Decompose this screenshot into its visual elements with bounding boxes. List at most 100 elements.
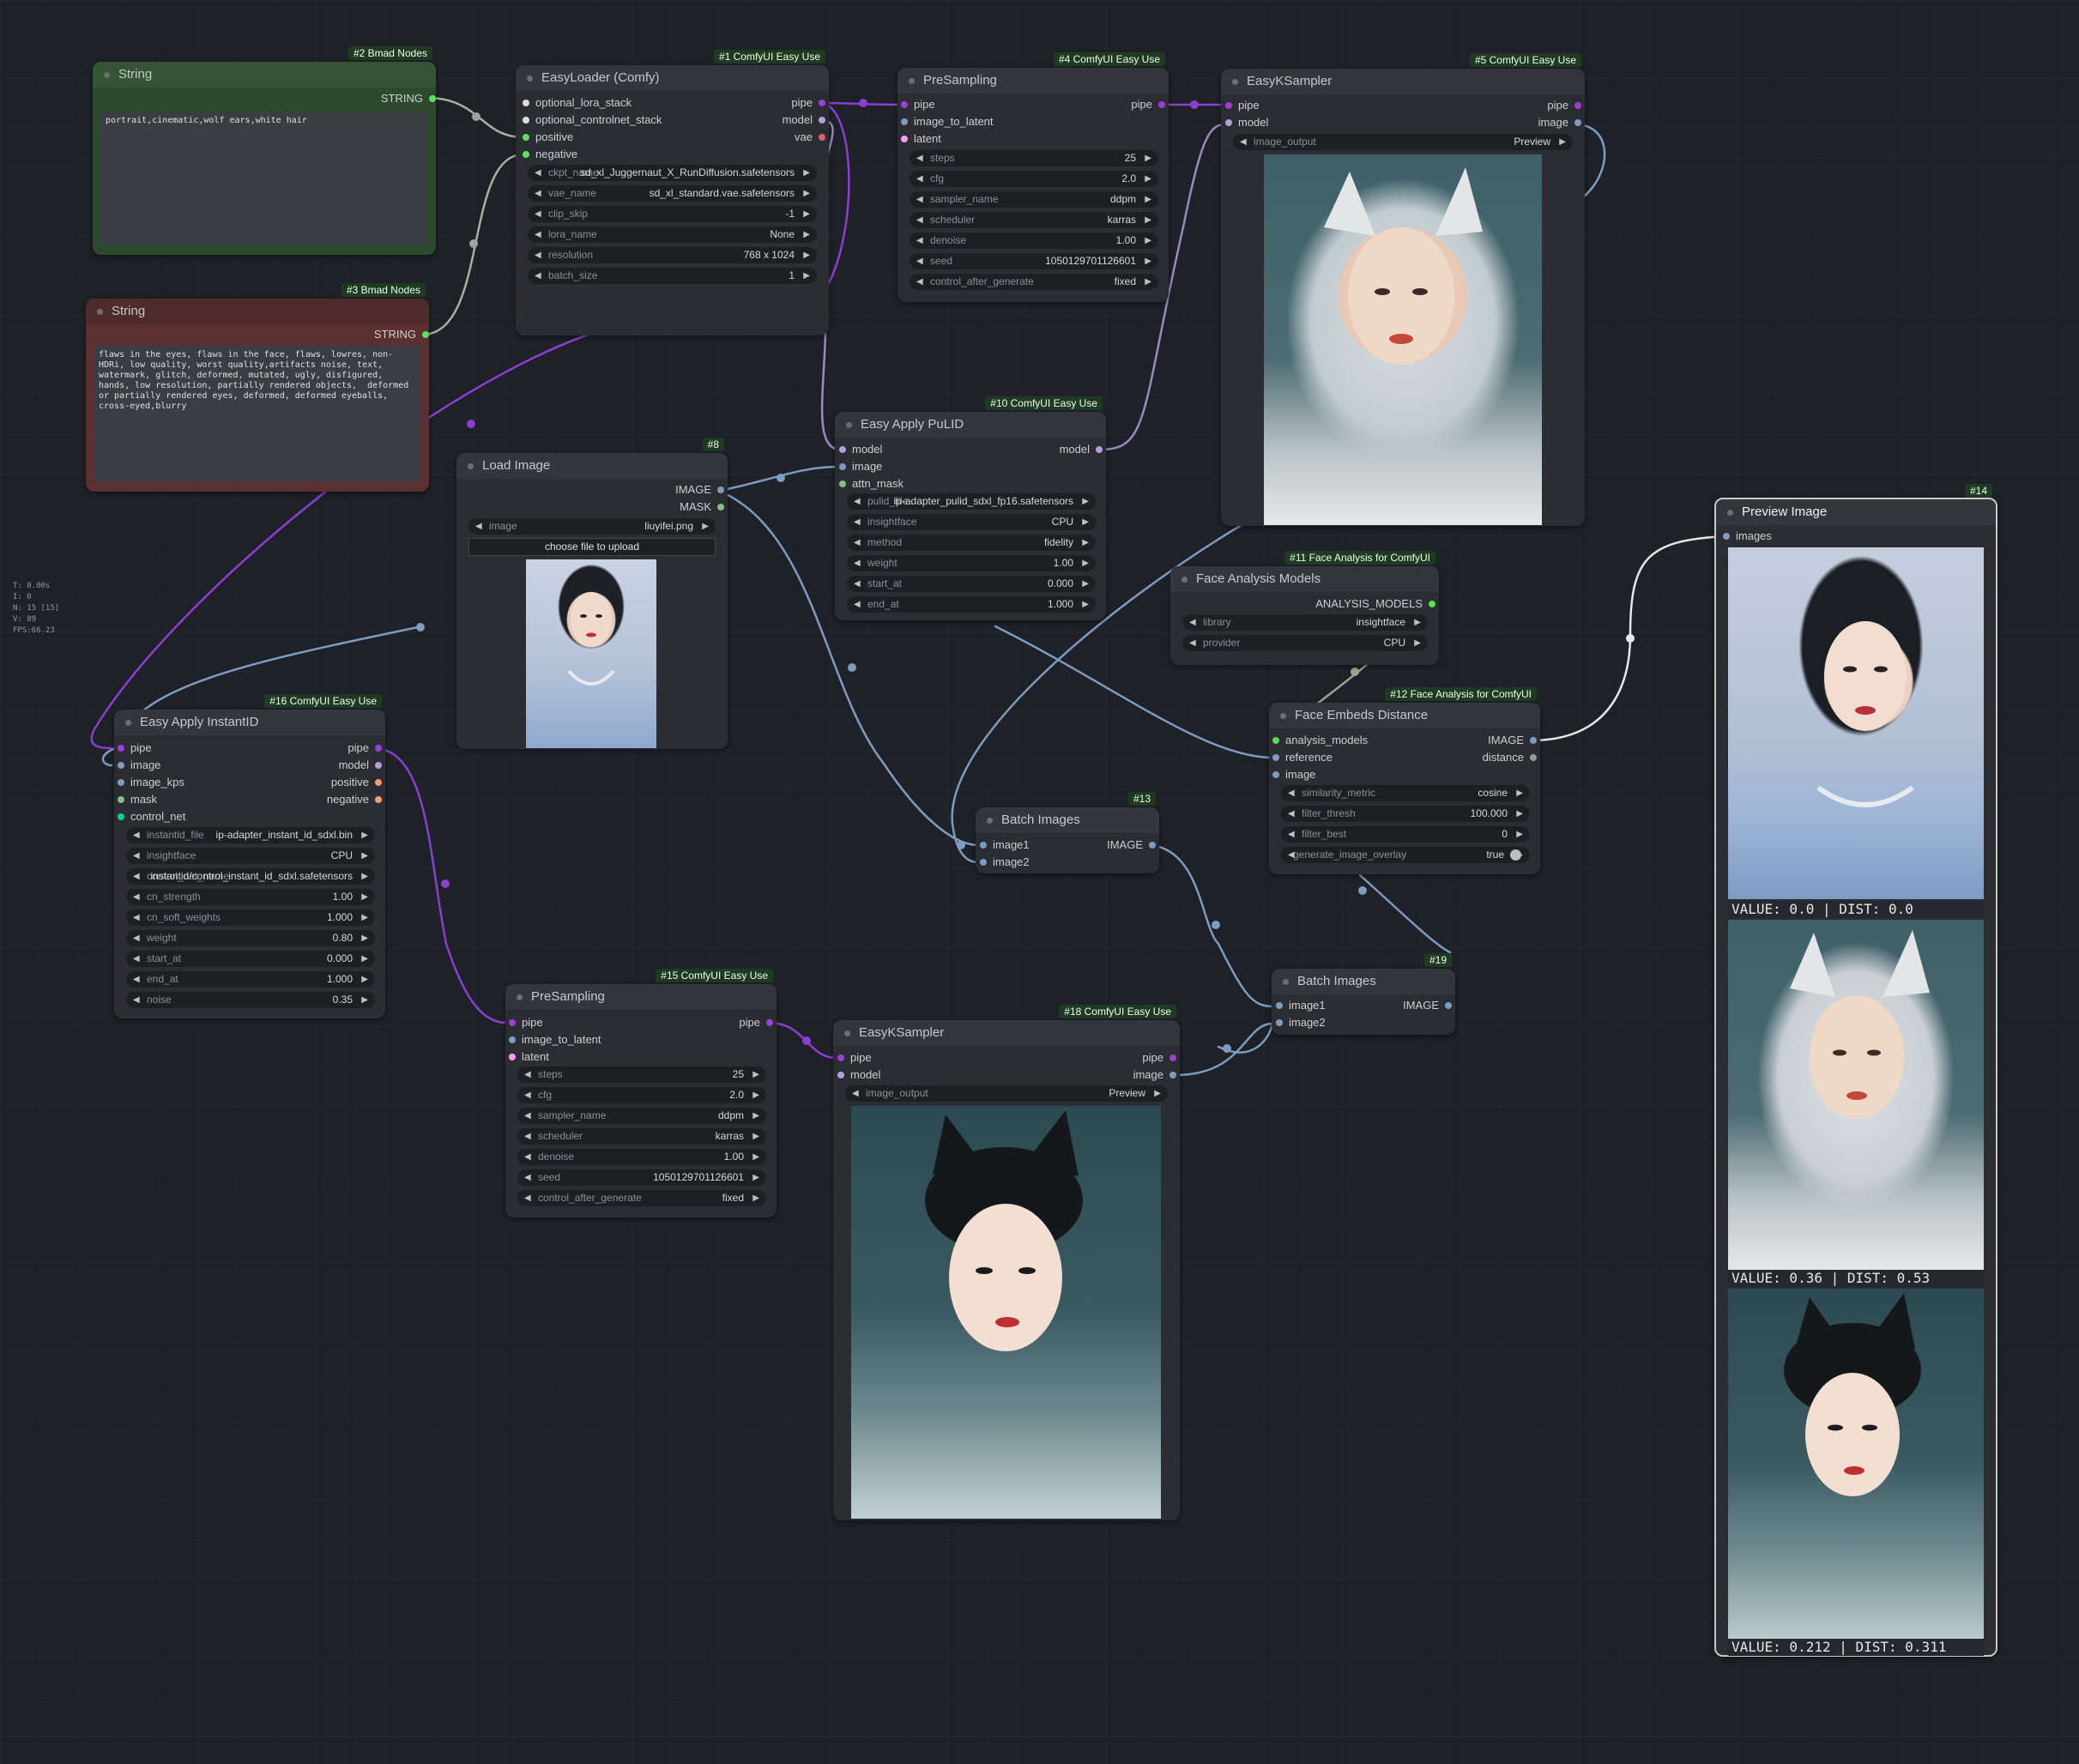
input-dot[interactable] — [980, 842, 987, 849]
output-dot[interactable] — [819, 100, 825, 106]
node-title[interactable]: Easy Apply InstantID — [114, 710, 385, 735]
output-image[interactable]: image — [1133, 1067, 1176, 1083]
widget-pulid-file[interactable]: pulid_fileip-adapter_pulid_sdxl_fp16.saf… — [847, 493, 1096, 510]
output-positive[interactable]: positive — [331, 775, 382, 790]
output-string[interactable]: STRING — [374, 327, 429, 342]
input-pipe[interactable]: pipe — [1225, 98, 1260, 113]
input-images[interactable]: images — [1723, 529, 1772, 544]
input-dot[interactable] — [1225, 102, 1232, 109]
input-dot[interactable] — [509, 1036, 516, 1043]
widget-control-after-generate[interactable]: control_after_generatefixed — [517, 1190, 766, 1206]
output-pipe[interactable]: pipe — [1142, 1050, 1176, 1066]
input-dot[interactable] — [839, 446, 846, 453]
widget-steps[interactable]: steps25 — [910, 150, 1158, 166]
output-distance[interactable]: distance — [1483, 750, 1537, 765]
widget-cfg[interactable]: cfg2.0 — [910, 171, 1158, 187]
widget-weight[interactable]: weight1.00 — [847, 555, 1096, 571]
widget-lora-name[interactable]: lora_nameNone — [528, 227, 817, 243]
output-dot[interactable] — [1530, 737, 1537, 744]
widget-end-at[interactable]: end_at1.000 — [126, 971, 375, 988]
output-image[interactable]: IMAGE — [1403, 998, 1452, 1013]
input-dot[interactable] — [509, 1019, 516, 1026]
output-dot[interactable] — [1530, 754, 1537, 761]
node-title[interactable]: PreSampling — [897, 68, 1169, 94]
output-dot[interactable] — [375, 745, 382, 752]
widget-instantid-file[interactable]: instantid_fileip-adapter_instant_id_sdxl… — [126, 827, 375, 843]
input-control-net[interactable]: control_net — [118, 809, 185, 825]
input-optional-lora-stack[interactable]: optional_lora_stack — [523, 95, 632, 111]
widget-scheduler[interactable]: schedulerkarras — [910, 212, 1158, 228]
widget-denoise[interactable]: denoise1.00 — [517, 1149, 766, 1165]
widget-method[interactable]: methodfidelity — [847, 535, 1096, 551]
input-pipe[interactable]: pipe — [901, 97, 935, 112]
output-dot[interactable] — [1445, 1002, 1452, 1009]
output-string[interactable]: STRING — [381, 91, 436, 106]
node-apply-instantid[interactable]: #16 ComfyUI Easy Use Easy Apply InstantI… — [114, 694, 385, 1018]
node-load-image[interactable]: #8 Load Image IMAGE MASK imageliuyifei.p… — [456, 438, 728, 749]
widget-start-at[interactable]: start_at0.000 — [126, 951, 375, 967]
output-dot[interactable] — [1429, 601, 1435, 607]
input-negative[interactable]: negative — [523, 147, 577, 162]
node-easyloader[interactable]: #1 ComfyUI Easy Use EasyLoader (Comfy) o… — [516, 50, 829, 335]
input-dot[interactable] — [523, 134, 529, 141]
input-reference[interactable]: reference — [1272, 750, 1333, 765]
input-image-to-latent[interactable]: image_to_latent — [509, 1032, 601, 1048]
output-dot[interactable] — [1149, 842, 1156, 849]
input-dot[interactable] — [1272, 737, 1279, 744]
input-dot[interactable] — [509, 1054, 516, 1060]
output-model[interactable]: model — [783, 112, 825, 128]
widget-resolution[interactable]: resolution768 x 1024 — [528, 247, 817, 263]
node-title[interactable]: Easy Apply PuLID — [835, 412, 1106, 438]
input-image1[interactable]: image1 — [1276, 998, 1326, 1013]
node-preview-image[interactable]: #14 Preview Image images VALUE: 0.0 | DI… — [1714, 484, 1997, 1657]
node-title[interactable]: Batch Images — [1272, 969, 1455, 994]
input-optional-controlnet-stack[interactable]: optional_controlnet_stack — [523, 112, 662, 128]
input-image[interactable]: image — [118, 758, 160, 773]
output-dot[interactable] — [819, 134, 825, 141]
input-image1[interactable]: image1 — [980, 837, 1030, 853]
widget-image-output[interactable]: image_outputPreview — [1233, 134, 1573, 150]
widget-denoise[interactable]: denoise1.00 — [910, 233, 1158, 249]
input-model[interactable]: model — [1225, 115, 1268, 130]
prompt-textarea[interactable]: flaws in the eyes, flaws in the face, fl… — [94, 346, 420, 481]
input-dot[interactable] — [523, 117, 529, 124]
output-dot[interactable] — [1574, 119, 1581, 126]
input-pipe[interactable]: pipe — [509, 1015, 543, 1030]
input-dot[interactable] — [118, 796, 124, 803]
input-dot[interactable] — [901, 136, 908, 142]
input-dot[interactable] — [980, 859, 987, 866]
node-title[interactable]: Batch Images — [976, 807, 1159, 833]
widget-filter-thresh[interactable]: filter_thresh100.000 — [1281, 806, 1530, 822]
input-image2[interactable]: image2 — [1276, 1015, 1326, 1030]
output-image[interactable]: IMAGE — [1107, 837, 1156, 853]
node-string-negative[interactable]: #3 Bmad Nodes String STRING flaws in the… — [86, 283, 429, 492]
input-dot[interactable] — [1723, 533, 1730, 540]
input-dot[interactable] — [1272, 754, 1279, 761]
input-dot[interactable] — [1276, 1019, 1283, 1026]
input-dot[interactable] — [1225, 119, 1232, 126]
node-string-positive[interactable]: #2 Bmad Nodes String STRING portrait,cin… — [93, 46, 436, 255]
output-dot[interactable] — [1574, 102, 1581, 109]
widget-image-output[interactable]: image_outputPreview — [845, 1085, 1168, 1102]
output-dot[interactable] — [717, 504, 724, 510]
widget-vae-name[interactable]: vae_namesd_xl_standard.vae.safetensors — [528, 185, 817, 202]
node-title[interactable]: Preview Image — [1716, 499, 1996, 525]
output-pipe[interactable]: pipe — [348, 740, 382, 756]
output-image[interactable]: image — [1538, 115, 1581, 130]
input-latent[interactable]: latent — [509, 1049, 549, 1065]
input-dot[interactable] — [118, 745, 124, 752]
node-presampling-bottom[interactable]: #15 ComfyUI Easy Use PreSampling pipe im… — [505, 969, 777, 1217]
output-vae[interactable]: vae — [795, 130, 825, 145]
widget-noise[interactable]: noise0.35 — [126, 992, 375, 1008]
input-dot[interactable] — [839, 480, 846, 487]
widget-ckpt-name[interactable]: ckpt_namesd_xl_Juggernaut_X_RunDiffusion… — [528, 165, 817, 181]
input-model[interactable]: model — [839, 442, 882, 457]
output-model[interactable]: model — [339, 758, 382, 773]
widget-cfg[interactable]: cfg2.0 — [517, 1087, 766, 1103]
widget-sampler-name[interactable]: sampler_nameddpm — [910, 191, 1158, 208]
node-title[interactable]: EasyKSampler — [833, 1020, 1180, 1046]
widget-control-after-generate[interactable]: control_after_generatefixed — [910, 274, 1158, 290]
widget-weight[interactable]: weight0.80 — [126, 930, 375, 946]
input-image-kps[interactable]: image_kps — [118, 775, 184, 790]
widget-steps[interactable]: steps25 — [517, 1066, 766, 1083]
